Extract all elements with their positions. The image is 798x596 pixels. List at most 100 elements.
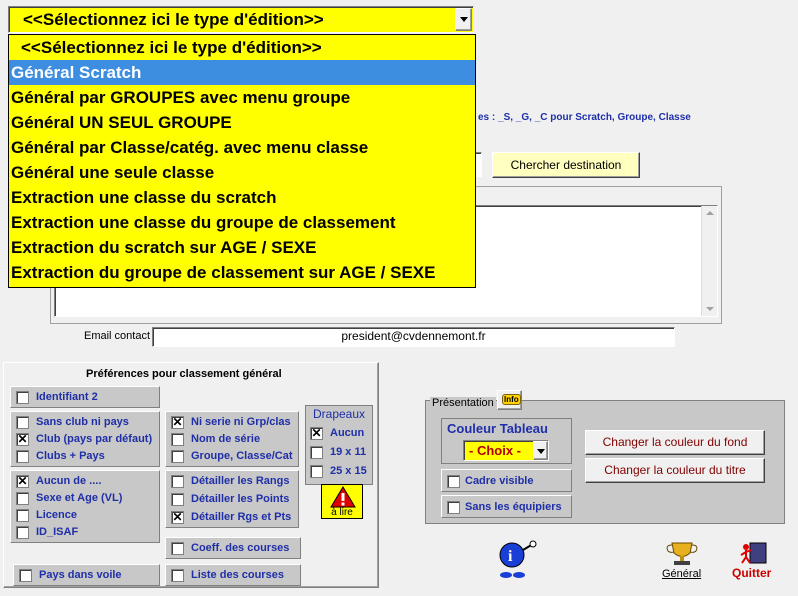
svg-text:i: i	[508, 548, 513, 565]
drapeaux-title: Drapeaux	[313, 407, 366, 421]
choix-dropdown-button[interactable]	[533, 441, 548, 460]
combo-dropdown-button[interactable]	[455, 8, 472, 31]
club-group: Sans club ni pays ✕ Club (pays par défaut)…	[10, 411, 160, 467]
cadre-visible-box: Cadre visible	[441, 469, 572, 492]
dropdown-option[interactable]: Général par Classe/catég. avec menu clas…	[9, 135, 475, 160]
option-checkbox[interactable]	[16, 526, 29, 539]
option-checkbox[interactable]	[16, 450, 29, 463]
dropdown-option[interactable]: Extraction du groupe de classement sur A…	[9, 260, 475, 285]
sans-equipiers-checkbox[interactable]	[447, 501, 460, 514]
option-label: Clubs + Pays	[36, 450, 105, 462]
option-checkbox[interactable]	[16, 416, 29, 429]
option-checkbox[interactable]: ✕	[16, 433, 29, 446]
couleur-tableau-label: Couleur Tableau	[447, 421, 548, 436]
sans-equipiers-label: Sans les équipiers	[465, 501, 562, 513]
change-title-color-button[interactable]: Changer la couleur du titre	[585, 458, 765, 483]
dropdown-option[interactable]: <<Sélectionnez ici le type d'édition>>	[9, 35, 475, 60]
option-label: Sans club ni pays	[36, 416, 129, 428]
general-label: Général	[662, 568, 702, 580]
serie-group: ✕ Ni serie ni Grp/clas Nom de série Groupe,…	[165, 411, 299, 467]
prefs-title: Préférences pour classement général	[86, 368, 282, 380]
dropdown-option[interactable]: Général par GROUPES avec menu groupe	[9, 85, 475, 110]
alire-button[interactable]: à lire	[321, 484, 363, 519]
email-label: Email contact	[84, 330, 151, 342]
option-checkbox[interactable]	[16, 509, 29, 522]
scrollbar[interactable]	[701, 206, 717, 316]
email-field[interactable]: president@cvdennemont.fr	[152, 327, 675, 347]
option-label: Groupe, Classe/Cat	[191, 450, 293, 462]
liste-label: Liste des courses	[191, 569, 284, 581]
dropdown-option[interactable]: Général Scratch	[9, 60, 475, 85]
combo-value: <<Sélectionnez ici le type d'édition>>	[23, 10, 324, 29]
warning-icon	[330, 486, 356, 508]
exit-door-icon	[740, 542, 767, 564]
drapeau-option-checkbox[interactable]	[310, 446, 323, 459]
chercher-destination-button[interactable]: Chercher destination	[492, 152, 640, 178]
detail-group: Détailler les Rangs Détailler les Points ✕…	[165, 470, 299, 528]
option-label: Détailler les Points	[191, 493, 290, 505]
option-checkbox[interactable]: ✕	[171, 511, 184, 524]
chevron-down-icon	[537, 449, 545, 454]
pays-voile-label: Pays dans voile	[39, 569, 122, 581]
option-label: Détailler Rgs et Pts	[191, 511, 292, 523]
drapeau-option-label: 19 x 11	[330, 446, 367, 458]
change-background-color-button[interactable]: Changer la couleur du fond	[585, 430, 765, 455]
drapeau-option-checkbox[interactable]	[310, 465, 323, 478]
pays-voile-checkbox[interactable]	[19, 569, 32, 582]
edition-type-dropdown[interactable]: <<Sélectionnez ici le type d'édition>> Gé…	[8, 34, 476, 288]
choix-select[interactable]: - Choix -	[463, 440, 549, 461]
liste-box: Liste des courses	[165, 564, 301, 586]
dropdown-option[interactable]: Extraction une classe du groupe de class…	[9, 210, 475, 235]
option-label: Détailler les Rangs	[191, 475, 290, 487]
identifiant-label: Identifiant 2	[36, 391, 98, 403]
option-checkbox[interactable]	[171, 475, 184, 488]
option-checkbox[interactable]	[171, 450, 184, 463]
choix-value: - Choix -	[469, 443, 521, 458]
quitter-button[interactable]: Quitter	[730, 540, 778, 582]
liste-checkbox[interactable]	[171, 569, 184, 582]
suffix-hint: es : _S, _G, _C pour Scratch, Groupe, Cl…	[478, 112, 691, 123]
general-button[interactable]: Général	[660, 540, 704, 582]
cadre-visible-label: Cadre visible	[465, 475, 534, 487]
option-label: Nom de série	[191, 433, 261, 445]
aucun-group: ✕ Aucun de .... Sexe et Age (VL) Licence ID_…	[10, 470, 160, 543]
change-background-color-label: Changer la couleur du fond	[602, 435, 748, 449]
option-checkbox[interactable]	[171, 493, 184, 506]
dropdown-option[interactable]: Général UN SEUL GROUPE	[9, 110, 475, 135]
info-icon: Info	[502, 394, 521, 405]
identifiant-box: Identifiant 2	[10, 386, 160, 408]
option-label: Ni serie ni Grp/clas	[191, 416, 291, 428]
drapeau-option-checkbox[interactable]: ✕	[310, 427, 323, 440]
cadre-visible-checkbox[interactable]	[447, 475, 460, 488]
alire-label: à lire	[331, 507, 353, 518]
option-label: Club (pays par défaut)	[36, 433, 153, 445]
option-label: Aucun de ....	[36, 475, 102, 487]
option-checkbox[interactable]	[16, 492, 29, 505]
scroll-down-icon[interactable]	[706, 307, 714, 311]
chercher-destination-label: Chercher destination	[510, 158, 622, 172]
presentation-title: Présentation	[430, 397, 496, 409]
email-value: president@cvdennemont.fr	[341, 329, 486, 343]
coeff-label: Coeff. des courses	[191, 542, 290, 554]
info-icon-button[interactable]: Info	[497, 390, 522, 410]
coeff-checkbox[interactable]	[171, 542, 184, 555]
scroll-up-icon[interactable]	[706, 211, 714, 215]
edition-type-combo[interactable]: <<Sélectionnez ici le type d'édition>>	[8, 6, 474, 33]
identifiant-checkbox[interactable]	[16, 391, 29, 404]
sans-equipiers-box: Sans les équipiers	[441, 495, 572, 518]
trophy-icon	[666, 542, 698, 565]
dropdown-option[interactable]: Extraction une classe du scratch	[9, 185, 475, 210]
chevron-down-icon	[460, 17, 468, 22]
couleur-tableau-box: Couleur Tableau - Choix -	[441, 418, 572, 464]
option-checkbox[interactable]: ✕	[16, 475, 29, 488]
option-checkbox[interactable]: ✕	[171, 416, 184, 429]
pays-voile-box: Pays dans voile	[13, 564, 160, 586]
info-help-button[interactable]: i	[495, 540, 537, 580]
drapeau-option-label: 25 x 15	[330, 465, 367, 477]
drapeaux-box: Drapeaux ✕ Aucun 19 x 11 25 x 15	[305, 405, 373, 485]
option-checkbox[interactable]	[171, 433, 184, 446]
coeff-box: Coeff. des courses	[165, 537, 301, 559]
info-character-icon: i	[499, 540, 537, 578]
dropdown-option[interactable]: Extraction du scratch sur AGE / SEXE	[9, 235, 475, 260]
dropdown-option[interactable]: Général une seule classe	[9, 160, 475, 185]
